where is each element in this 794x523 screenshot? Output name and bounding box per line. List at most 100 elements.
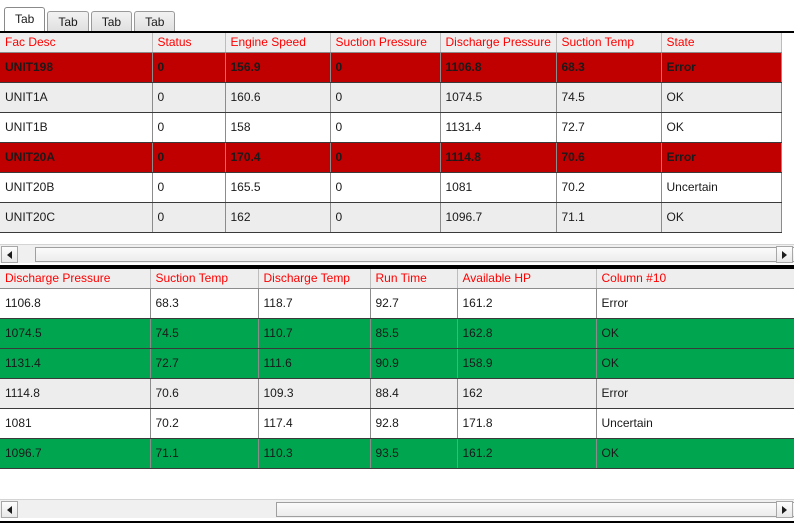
bottom-grid-column-header[interactable]: Run Time — [369, 269, 458, 289]
top-grid-cell[interactable]: Error — [661, 52, 782, 83]
bottom-grid-cell[interactable]: 90.9 — [370, 348, 458, 379]
bottom-grid-cell[interactable]: 161.2 — [457, 288, 597, 319]
bottom-grid-column-header[interactable]: Suction Temp — [149, 269, 259, 289]
top-grid-column-header[interactable]: Suction Pressure — [329, 33, 441, 53]
top-grid-cell[interactable]: 0 — [152, 52, 226, 83]
bottom-grid-column-header[interactable]: Discharge Temp — [257, 269, 371, 289]
bottom-grid-cell[interactable]: 92.7 — [370, 288, 458, 319]
top-grid-cell[interactable]: UNIT20A — [0, 142, 153, 173]
tab-0[interactable]: Tab — [4, 7, 46, 31]
bottom-grid-cell[interactable]: Error — [596, 378, 794, 409]
bottom-grid-row[interactable]: 1096.7 71.1 110.3 93.5 161.2 OK — [0, 438, 794, 469]
top-grid-viewport[interactable]: Fac Desc Status Engine Speed Suction Pressu… — [0, 33, 794, 244]
bottom-grid-row[interactable]: 1114.8 70.6 109.3 88.4 162 Error — [0, 378, 794, 409]
bottom-grid-cell[interactable]: 1081 — [0, 408, 151, 439]
bottom-grid-column-header[interactable]: Column #10 — [595, 269, 794, 289]
top-grid-cell[interactable]: 71.1 — [556, 202, 662, 233]
top-grid-cell[interactable]: UNIT20B — [0, 172, 153, 203]
tab-1[interactable]: Tab — [47, 11, 89, 31]
bottom-grid-cell[interactable]: 71.1 — [150, 438, 259, 469]
top-grid-cell[interactable]: 1114.8 — [440, 142, 557, 173]
bottom-grid-cell[interactable]: 1131.4 — [0, 348, 151, 379]
bottom-grid-cell[interactable]: 1106.8 — [0, 288, 151, 319]
bottom-grid-cell[interactable]: 111.6 — [258, 348, 371, 379]
top-grid-column-header[interactable]: Status — [151, 33, 226, 53]
bottom-grid-row[interactable]: 1074.5 74.5 110.7 85.5 162.8 OK — [0, 318, 794, 349]
top-grid-cell[interactable]: 165.5 — [225, 172, 331, 203]
bottom-grid-cell[interactable]: 85.5 — [370, 318, 458, 349]
bottom-grid-cell[interactable]: 162 — [457, 378, 597, 409]
bottom-grid-cell[interactable]: 109.3 — [258, 378, 371, 409]
top-grid-cell[interactable]: 156.9 — [225, 52, 331, 83]
bottom-grid-cell[interactable]: 110.7 — [258, 318, 371, 349]
bottom-grid-column-header[interactable]: Discharge Pressure — [0, 269, 151, 289]
top-grid-cell[interactable]: UNIT1A — [0, 82, 153, 113]
scroll-left-arrow-icon[interactable] — [1, 501, 18, 518]
top-grid-row[interactable]: UNIT1A 0 160.6 0 1074.5 74.5 OK — [0, 82, 782, 113]
bottom-grid-viewport[interactable]: Discharge Pressure Suction Temp Discharge … — [0, 269, 794, 480]
top-grid-row[interactable]: UNIT20C 0 162 0 1096.7 71.1 OK — [0, 202, 782, 233]
tab-3[interactable]: Tab — [134, 11, 176, 31]
top-grid-cell[interactable]: 0 — [330, 142, 441, 173]
bottom-grid-cell[interactable]: 70.6 — [150, 378, 259, 409]
top-grid-cell[interactable]: UNIT198 — [0, 52, 153, 83]
bottom-grid-cell[interactable]: 162.8 — [457, 318, 597, 349]
top-grid-column-header[interactable]: Suction Temp — [555, 33, 662, 53]
top-grid-cell[interactable]: UNIT1B — [0, 112, 153, 143]
top-grid-cell[interactable]: 160.6 — [225, 82, 331, 113]
bottom-grid-cell[interactable]: 1074.5 — [0, 318, 151, 349]
top-grid-cell[interactable]: 0 — [152, 82, 226, 113]
top-grid-row[interactable]: UNIT1B 0 158 0 1131.4 72.7 OK — [0, 112, 782, 143]
top-grid-cell[interactable]: 70.6 — [556, 142, 662, 173]
top-grid-column-header[interactable]: Fac Desc — [0, 33, 153, 53]
bottom-grid-row[interactable]: 1081 70.2 117.4 92.8 171.8 Uncertain — [0, 408, 794, 439]
top-grid-column-header[interactable]: Discharge Pressure — [439, 33, 557, 53]
top-grid-cell[interactable]: OK — [661, 82, 782, 113]
bottom-horizontal-scrollbar[interactable] — [0, 499, 794, 518]
bottom-grid-cell[interactable]: 93.5 — [370, 438, 458, 469]
top-grid-cell[interactable]: 0 — [330, 202, 441, 233]
top-grid-column-header[interactable]: Engine Speed — [224, 33, 331, 53]
top-grid-cell[interactable]: 72.7 — [556, 112, 662, 143]
top-horizontal-scrollbar[interactable] — [0, 244, 794, 263]
top-grid-row[interactable]: UNIT20B 0 165.5 0 1081 70.2 Uncertain — [0, 172, 782, 203]
scroll-right-arrow-icon[interactable] — [776, 501, 793, 518]
top-scrollbar-thumb[interactable] — [35, 247, 794, 262]
top-grid-row[interactable]: UNIT20A 0 170.4 0 1114.8 70.6 Error — [0, 142, 782, 173]
scroll-right-arrow-icon[interactable] — [776, 246, 793, 263]
bottom-grid-column-header[interactable]: Available HP — [456, 269, 597, 289]
bottom-scrollbar-thumb[interactable] — [276, 502, 794, 517]
bottom-grid-cell[interactable]: OK — [596, 348, 794, 379]
bottom-grid-cell[interactable]: Uncertain — [596, 408, 794, 439]
bottom-grid-cell[interactable]: 158.9 — [457, 348, 597, 379]
top-grid-cell[interactable]: Error — [661, 142, 782, 173]
top-grid-cell[interactable]: 170.4 — [225, 142, 331, 173]
top-grid-cell[interactable]: 0 — [152, 202, 226, 233]
top-grid-cell[interactable]: 70.2 — [556, 172, 662, 203]
top-grid-cell[interactable]: 1074.5 — [440, 82, 557, 113]
bottom-grid-cell[interactable]: 88.4 — [370, 378, 458, 409]
bottom-grid-cell[interactable]: 117.4 — [258, 408, 371, 439]
top-grid-cell[interactable]: 0 — [152, 112, 226, 143]
top-grid-column-header[interactable]: State — [660, 33, 782, 53]
top-grid-cell[interactable]: 68.3 — [556, 52, 662, 83]
bottom-grid-row[interactable]: 1131.4 72.7 111.6 90.9 158.9 OK — [0, 348, 794, 379]
bottom-grid-cell[interactable]: 1096.7 — [0, 438, 151, 469]
bottom-grid-cell[interactable]: OK — [596, 438, 794, 469]
bottom-grid-cell[interactable]: OK — [596, 318, 794, 349]
top-grid-cell[interactable]: 0 — [330, 52, 441, 83]
bottom-grid-cell[interactable]: 171.8 — [457, 408, 597, 439]
top-grid-cell[interactable]: UNIT20C — [0, 202, 153, 233]
bottom-grid-cell[interactable]: 110.3 — [258, 438, 371, 469]
top-grid-cell[interactable]: 74.5 — [556, 82, 662, 113]
top-grid-cell[interactable]: 1096.7 — [440, 202, 557, 233]
bottom-grid-cell[interactable]: 74.5 — [150, 318, 259, 349]
top-grid-cell[interactable]: 158 — [225, 112, 331, 143]
top-grid-cell[interactable]: 0 — [152, 172, 226, 203]
bottom-grid-row[interactable]: 1106.8 68.3 118.7 92.7 161.2 Error — [0, 288, 794, 319]
top-grid-cell[interactable]: OK — [661, 202, 782, 233]
top-grid-cell[interactable]: 1131.4 — [440, 112, 557, 143]
top-grid-cell[interactable]: Uncertain — [661, 172, 782, 203]
bottom-grid-cell[interactable]: 72.7 — [150, 348, 259, 379]
scroll-left-arrow-icon[interactable] — [1, 246, 18, 263]
